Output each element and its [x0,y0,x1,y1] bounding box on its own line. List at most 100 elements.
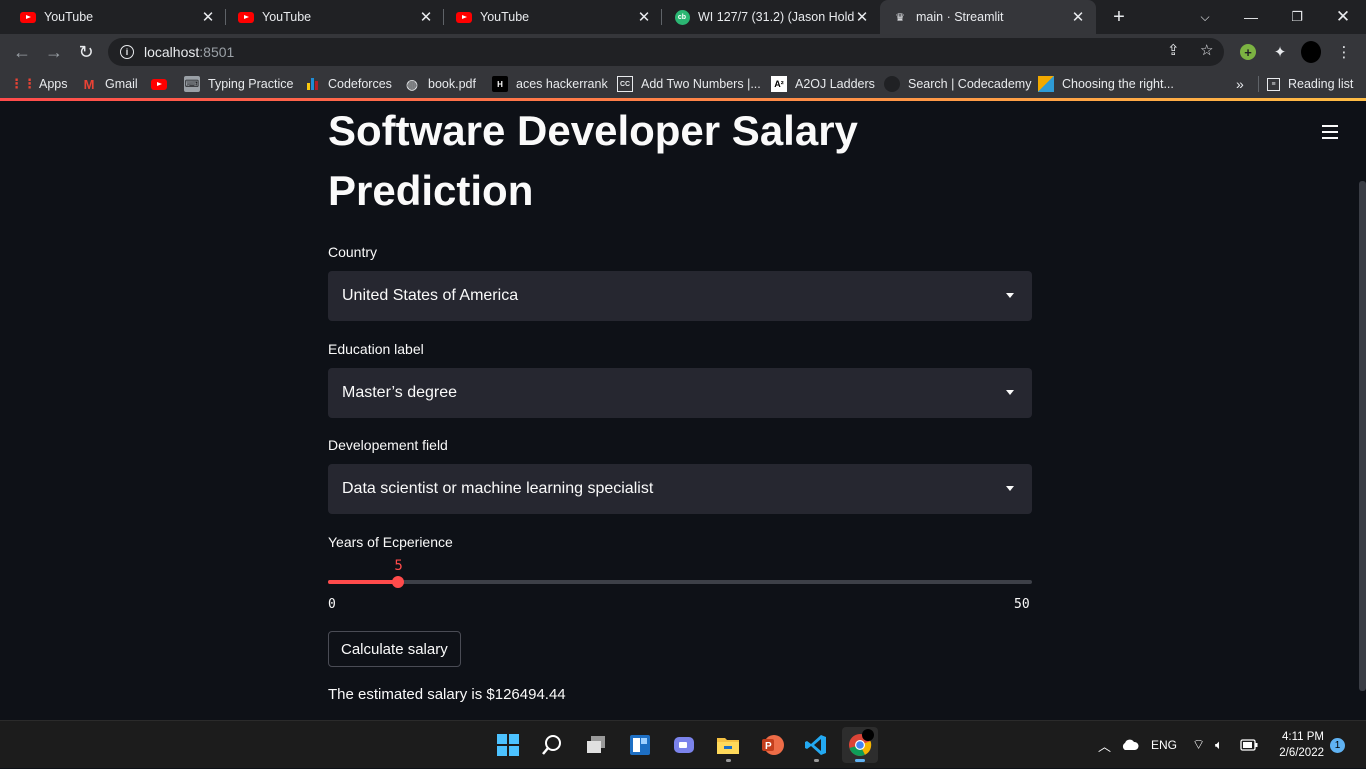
slider-current-value: 5 [394,558,403,574]
language-indicator[interactable]: ENG [1151,721,1177,769]
scrollbar[interactable] [1359,181,1366,691]
codechef-icon: CC [617,76,633,92]
more-bookmarks-icon[interactable]: » [1236,70,1244,98]
window-close-icon[interactable]: ✕ [1320,0,1366,34]
slider-max-label: 50 [1014,597,1030,612]
address-bar[interactable]: i localhost:8501 [108,38,1224,66]
youtube-icon [151,76,167,92]
bookmark-label: Choosing the right... [1062,77,1174,91]
tab-youtube-1[interactable]: YouTube ✕ [0,0,226,34]
restore-icon[interactable]: ❐ [1274,0,1320,34]
forward-icon[interactable]: → [40,38,68,66]
chevron-down-icon [1006,486,1014,491]
field-label: Developement field [328,437,448,453]
reload-icon[interactable]: ↻ [72,38,100,66]
bookmark-label: Typing Practice [208,77,294,91]
search-icon[interactable] [534,727,570,763]
bookmark-hackerrank[interactable]: H aces hackerrank [492,70,608,98]
calculate-salary-button[interactable]: Calculate salary [328,631,461,667]
bookmark-codeforces[interactable]: Codeforces [304,70,392,98]
close-icon[interactable]: ✕ [200,9,216,26]
bookmark-typing-practice[interactable]: ⌨ Typing Practice [184,70,293,98]
tab-search-icon[interactable]: ⌵ [1182,0,1228,34]
back-icon[interactable]: ← [8,38,36,66]
tab-title: WI 127/7 (31.2) (Jason Holder [698,10,854,24]
bookmark-label: Codeforces [328,77,392,91]
cricbuzz-icon: cb [674,9,690,25]
slider-fill [328,580,399,584]
bookmark-label: A2OJ Ladders [795,77,875,91]
globe-icon: ◍ [405,75,419,92]
education-select[interactable]: Master’s degree [328,368,1032,418]
reading-list-label: Reading list [1288,77,1354,91]
experience-slider[interactable] [328,576,1032,588]
tab-title: YouTube [44,10,94,24]
windows-start-icon[interactable] [490,727,526,763]
tab-youtube-2[interactable]: YouTube ✕ [226,0,444,34]
clock-date: 2/6/2022 [1279,747,1324,759]
experience-label: Years of Ecperience [328,534,453,550]
chevron-down-icon [1006,293,1014,298]
reading-list[interactable]: ≡ Reading list [1267,70,1353,98]
bookmark-a2oj[interactable]: A² A2OJ Ladders [771,70,875,98]
field-select[interactable]: Data scientist or machine learning speci… [328,464,1032,514]
notification-badge[interactable]: 1 [1330,738,1345,753]
powerpoint-icon[interactable]: P [754,727,790,763]
bookmark-apps[interactable]: ⋮⋮ Apps [10,70,68,98]
file-explorer-icon[interactable] [710,727,746,763]
bookmark-codecademy[interactable]: Search | Codecademy [884,70,1031,98]
youtube-icon [456,9,472,25]
bookmarks-bar: ⋮⋮ Apps M Gmail ⌨ Typing Practice Codefo… [0,70,1366,98]
extension-plus-icon[interactable]: + [1238,42,1258,62]
new-tab-icon[interactable]: + [1108,6,1130,28]
close-icon[interactable]: ✕ [1070,9,1086,26]
battery-icon[interactable] [1240,721,1258,769]
bookmark-youtube[interactable] [151,70,175,98]
tab-youtube-3[interactable]: YouTube ✕ [444,0,662,34]
extensions-puzzle-icon[interactable]: ✦ [1270,42,1290,62]
close-icon[interactable]: ✕ [418,9,434,26]
a2oj-icon: A² [771,76,787,92]
wifi-icon[interactable]: ⌔ [1192,721,1205,769]
typing-icon: ⌨ [184,76,200,92]
bookmark-book-pdf[interactable]: ◍ book.pdf [404,70,476,98]
streamlit-icon: ♛ [895,11,905,24]
system-clock[interactable]: 4:11 PM 2/6/2022 [1270,729,1324,761]
browser-tab-strip: YouTube ✕ YouTube ✕ YouTube ✕ cb WI 127/… [0,0,1366,34]
share-icon[interactable]: ⇪ [1167,41,1180,59]
hamburger-menu-icon[interactable] [1322,125,1338,139]
chrome-icon[interactable] [842,727,878,763]
bookmark-label: Add Two Numbers |... [641,77,761,91]
profile-avatar[interactable] [1301,41,1321,63]
close-icon[interactable]: ✕ [854,9,870,26]
bookmark-label: book.pdf [428,77,476,91]
salary-result: The estimated salary is $126494.44 [328,686,566,703]
slider-min-label: 0 [328,597,336,612]
bookmark-add-two-numbers[interactable]: CC Add Two Numbers |... [617,70,761,98]
task-view-icon[interactable] [578,727,614,763]
minimize-icon[interactable]: — [1228,0,1274,34]
show-hidden-icons-icon[interactable]: ︿ [1098,721,1111,769]
close-icon[interactable]: ✕ [636,9,652,26]
onedrive-icon[interactable] [1121,721,1139,769]
menu-kebab-icon[interactable]: ⋮ [1334,42,1354,62]
vscode-icon[interactable] [798,727,834,763]
bookmark-label: aces hackerrank [516,77,608,91]
teams-chat-icon[interactable] [666,727,702,763]
windows-taskbar: P ︿ ENG ⌔ 🔈︎ 4:11 PM 2/6/2022 1 [0,720,1366,768]
chevron-down-icon [1006,390,1014,395]
bookmark-gmail[interactable]: M Gmail [81,70,138,98]
country-select[interactable]: United States of America [328,271,1032,321]
bookmark-star-icon[interactable]: ☆ [1200,41,1213,59]
tab-title: YouTube [480,10,530,24]
codeforces-icon [304,76,320,92]
widgets-icon[interactable] [622,727,658,763]
slider-thumb[interactable] [392,576,405,588]
bookmark-label: Gmail [105,77,138,91]
volume-icon[interactable]: 🔈︎ [1215,721,1223,769]
tab-cricbuzz[interactable]: cb WI 127/7 (31.2) (Jason Holder ✕ [662,0,880,34]
bookmark-choosing-the-right[interactable]: Choosing the right... [1038,70,1174,98]
clock-time: 4:11 PM [1282,731,1324,743]
tab-streamlit[interactable]: ♛ main · Streamlit ✕ [880,0,1096,34]
site-info-icon[interactable]: i [120,45,134,59]
